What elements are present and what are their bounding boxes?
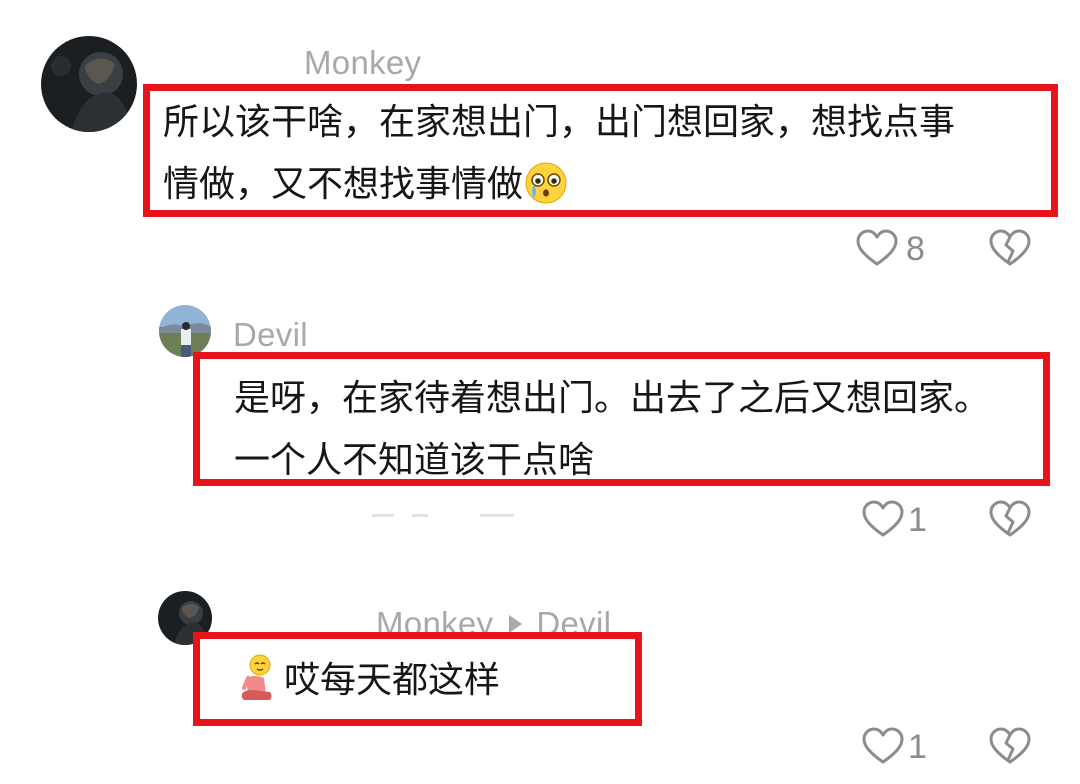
comment-text-line: 哎每天都这样 — [240, 650, 500, 712]
username[interactable]: Monkey — [304, 44, 421, 82]
comment-text-line: 是呀，在家待着想出门。出去了之后又想回家。 — [234, 378, 991, 419]
avatar[interactable] — [41, 36, 137, 132]
broken-heart-icon[interactable] — [989, 727, 1031, 769]
sitting-person-emoji-icon — [240, 654, 274, 702]
like-count: 1 — [908, 501, 927, 539]
broken-heart-icon[interactable] — [989, 500, 1031, 542]
comment-text-line: 所以该干啥，在家想出门，出门想回家，想找点事 — [163, 102, 956, 143]
comment-text[interactable]: 哎每天都这样 — [240, 650, 500, 712]
username[interactable]: Devil — [233, 316, 308, 354]
heart-outline-icon[interactable] — [856, 229, 898, 271]
reply-arrow-icon — [509, 615, 523, 633]
heart-outline-icon[interactable] — [862, 727, 904, 769]
crying-face-emoji-icon — [525, 162, 567, 204]
comment-text[interactable]: 是呀，在家待着想出门。出去了之后又想回家。 一个人不知道该干点啥 — [234, 368, 990, 492]
avatar[interactable] — [159, 305, 211, 357]
faint-overlap-marks — [372, 504, 542, 517]
comment-text-line: 情做，又不想找事情做 — [163, 154, 955, 216]
like-count: 1 — [908, 728, 927, 766]
comment-text-line: 一个人不知道该干点啥 — [234, 440, 595, 481]
like-count: 8 — [906, 230, 925, 268]
broken-heart-icon[interactable] — [989, 229, 1031, 271]
heart-outline-icon[interactable] — [862, 500, 904, 542]
comment-text[interactable]: 所以该干啥，在家想出门，出门想回家，想找点事 情做，又不想找事情做 — [163, 92, 955, 216]
